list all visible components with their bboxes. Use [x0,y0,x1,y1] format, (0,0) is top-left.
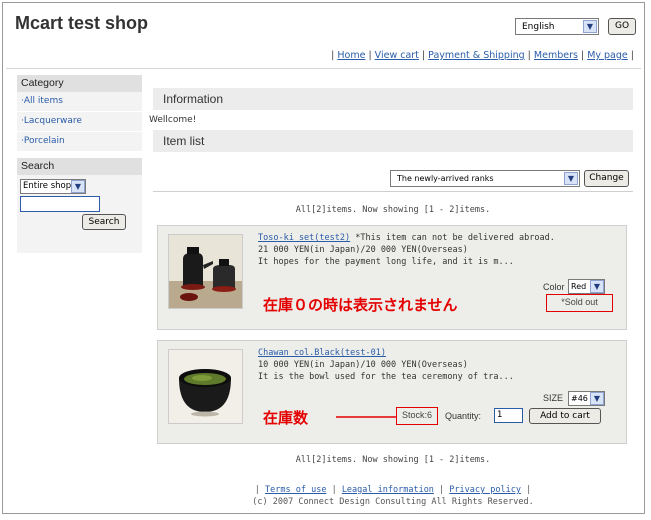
out-of-stock-annotation: 在庫０の時は表示されません [263,296,458,314]
copyright: (c) 2007 Connect Design Consulting All R… [252,497,534,507]
language-select[interactable]: English ▼ [515,18,599,35]
category-heading: Category [17,75,142,92]
sake-set-image [169,235,242,308]
sort-select-value: The newly-arrived ranks [397,174,494,183]
product-note: *This item can not be delivered abroad. [350,233,555,243]
shop-page-frame: Mcart test shop English ▼ GO | Home | Vi… [2,2,645,514]
color-select[interactable]: Red ▼ [568,279,605,294]
size-select[interactable]: #46 ▼ [568,391,605,406]
product-info: Chawan col.Black(test-01) 10 000 YEN(in … [258,347,514,383]
sidebar-item-all-items[interactable]: ·All items [17,92,142,112]
search-scope-value: Entire shop [23,181,72,191]
nav-link-payment-shipping[interactable]: Payment & Shipping [428,50,524,61]
welcome-text: Wellcome! [149,115,197,125]
sort-controls: The newly-arrived ranks ▼ Change [390,170,629,187]
product-card: Chawan col.Black(test-01) 10 000 YEN(in … [157,340,627,444]
chevron-down-icon[interactable]: ▼ [583,20,597,33]
item-count-bottom: All[2]items. Now showing [1 - 2]items. [295,455,491,465]
sort-select[interactable]: The newly-arrived ranks ▼ [390,170,580,187]
color-label: Color [543,282,565,292]
footer-link-privacy[interactable]: Privacy policy [449,485,521,495]
change-sort-button[interactable]: Change [584,170,629,187]
stock-badge: Stock:6 [396,407,438,425]
top-nav: | Home | View cart | Payment & Shipping … [331,50,634,61]
chevron-down-icon[interactable]: ▼ [71,180,85,193]
tea-bowl-image [169,350,242,423]
information-heading: Information [153,88,633,110]
product-description: It is the bowl used for the tea ceremony… [258,372,514,382]
quantity-label: Quantity: [445,411,482,421]
nav-link-my-page[interactable]: My page [587,50,628,61]
quantity-input[interactable]: 1 [494,408,523,423]
language-select-value: English [522,21,555,32]
sidebar-item-label: Porcelain [23,136,65,146]
add-to-cart-button[interactable]: Add to cart [529,408,601,424]
search-input[interactable] [20,196,100,212]
sidebar-item-lacquerware[interactable]: ·Lacquerware [17,112,142,132]
sidebar-item-label: All items [23,96,63,106]
search-button[interactable]: Search [82,214,126,230]
main-content: Information Wellcome! Item list The newl… [149,88,633,465]
chevron-down-icon[interactable]: ▼ [590,280,604,293]
product-name-link[interactable]: Toso-ki set(test2) [258,233,350,243]
shop-title: Mcart test shop [15,13,149,33]
product-image-toso-ki[interactable] [168,234,243,309]
item-list-heading: Item list [153,130,633,152]
item-count-top: All[2]items. Now showing [1 - 2]items. [295,205,491,215]
nav-link-view-cart[interactable]: View cart [375,50,419,61]
go-button[interactable]: GO [608,18,636,35]
size-select-value: #46 [571,394,588,403]
sidebar-item-porcelain[interactable]: ·Porcelain [17,132,142,152]
product-card: Toso-ki set(test2) *This item can not be… [157,225,627,330]
footer-link-terms[interactable]: Terms of use [265,485,326,495]
size-label: SIZE [543,393,564,403]
color-select-value: Red [571,282,587,291]
footer-links: | Terms of use | Leagal information | Pr… [254,485,532,495]
stock-count-annotation: 在庫数 [263,409,309,427]
search-scope-select[interactable]: Entire shop ▼ [20,179,86,194]
search-heading: Search [17,158,142,175]
product-info: Toso-ki set(test2) *This item can not be… [258,232,555,268]
nav-link-home[interactable]: Home [337,50,365,61]
product-price: 10 000 YEN(in Japan)/10 000 YEN(Overseas… [258,360,468,370]
chevron-down-icon[interactable]: ▼ [564,172,578,185]
product-name-link[interactable]: Chawan col.Black(test-01) [258,348,386,358]
sold-out-badge: *Sold out [546,294,613,312]
product-price: 21 000 YEN(in Japan)/20 000 YEN(Overseas… [258,245,468,255]
search-panel: Entire shop ▼ Search [17,175,142,253]
annotation-arrow [336,416,396,418]
chevron-down-icon[interactable]: ▼ [590,392,604,405]
footer-link-legal[interactable]: Leagal information [342,485,434,495]
list-divider [153,191,633,192]
product-image-chawan[interactable] [168,349,243,424]
nav-divider [6,68,641,69]
sidebar-item-label: Lacquerware [23,116,82,126]
sidebar: Category ·All items ·Lacquerware ·Porcel… [17,75,142,253]
nav-link-members[interactable]: Members [534,50,578,61]
product-description: It hopes for the payment long life, and … [258,257,514,267]
